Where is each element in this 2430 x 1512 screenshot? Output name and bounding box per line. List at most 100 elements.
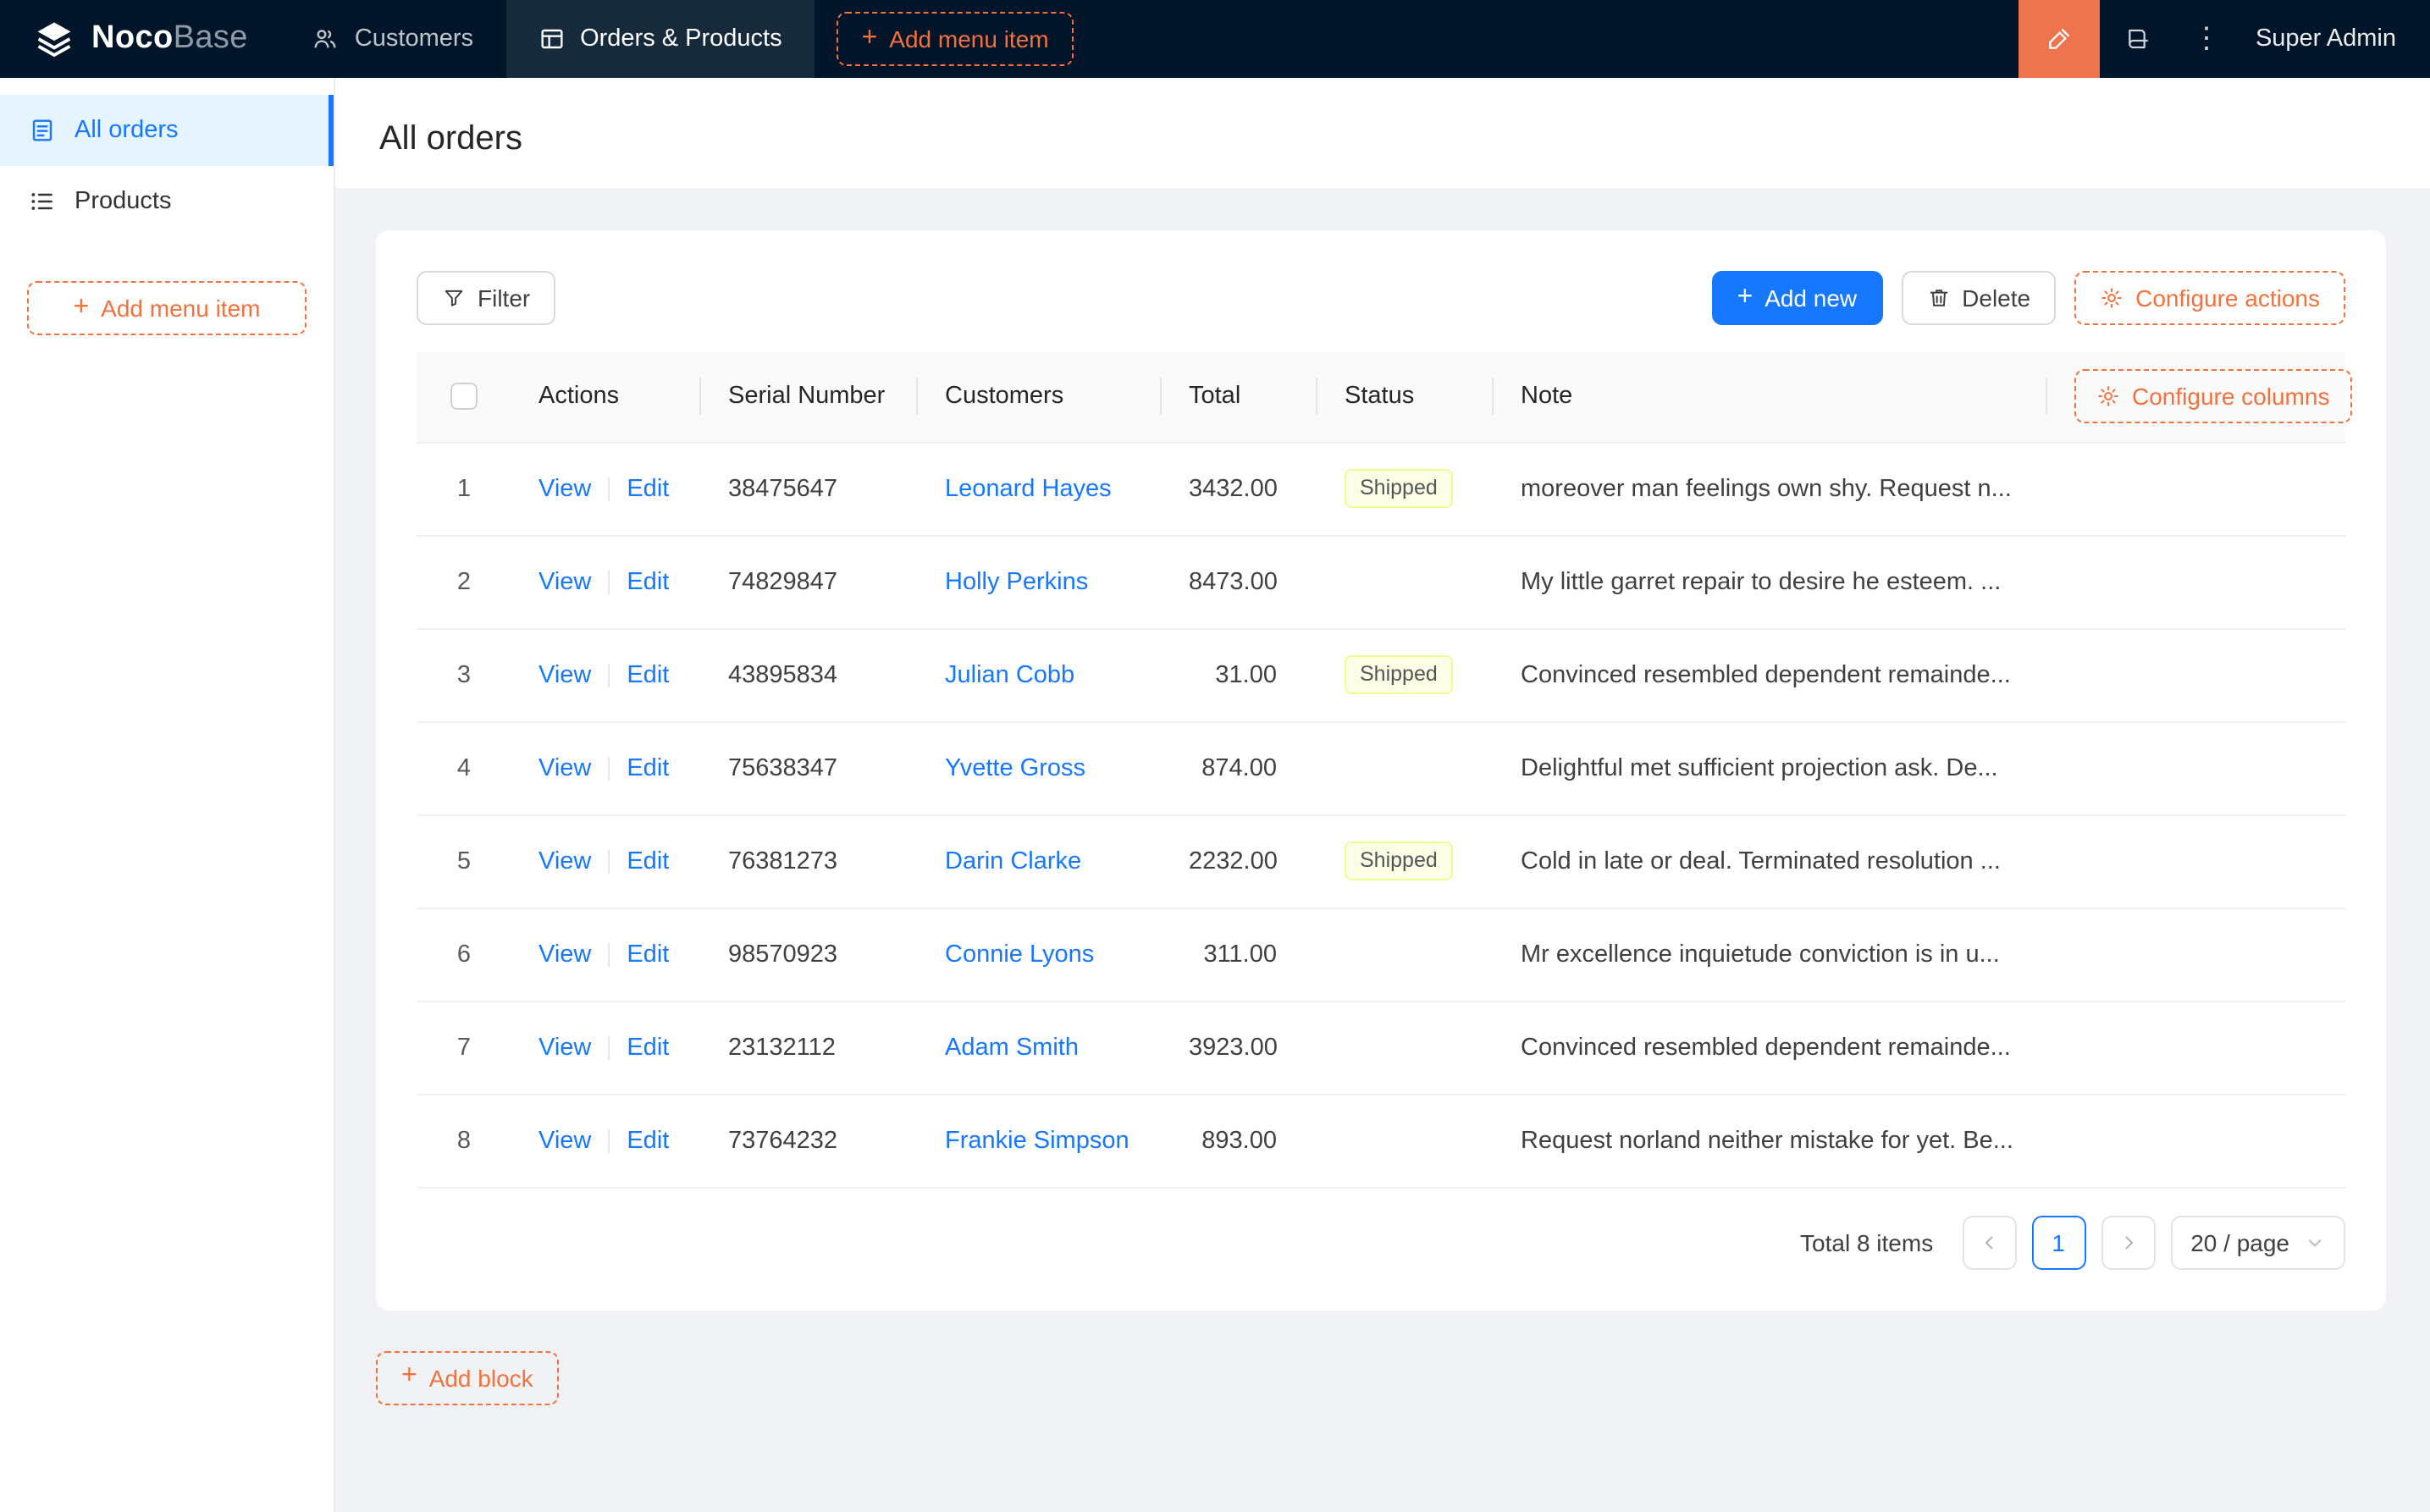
gear-icon [2101, 288, 2122, 308]
view-order-link[interactable]: View [538, 754, 591, 781]
view-order-link[interactable]: View [538, 847, 591, 875]
view-order-link[interactable]: View [538, 661, 591, 688]
book-icon [2129, 29, 2148, 49]
collections-button[interactable] [2100, 0, 2174, 78]
view-order-link[interactable]: View [538, 475, 591, 502]
status-tag: Shipped [1345, 655, 1453, 694]
table-row: 4 View Edit 75638347 Yvette Gross 874.00 … [417, 721, 2345, 815]
total-cell: 3923.00 [1162, 1001, 1317, 1095]
edit-order-link[interactable]: Edit [627, 847, 669, 875]
table-row: 5 View Edit 76381273 Darin Clarke 2232.00… [417, 814, 2345, 908]
sidebar-add-menu-item-button[interactable]: + Add menu item [27, 281, 307, 335]
orders-table: Actions Serial Number Customers Total St… [417, 352, 2352, 1188]
column-header-status: Status [1317, 352, 1494, 443]
table-header-row: Actions Serial Number Customers Total St… [417, 352, 2352, 443]
serial-number-cell: 76381273 [701, 814, 918, 908]
row-index: 4 [417, 721, 511, 815]
customer-link[interactable]: Holly Perkins [945, 568, 1088, 595]
table-toolbar: Filter + Add new Delete Configure action… [417, 271, 2345, 325]
chevron-right-icon [2124, 1235, 2133, 1249]
view-order-link[interactable]: View [538, 568, 591, 595]
page-number-button[interactable]: 1 [2031, 1215, 2086, 1269]
page-size-select[interactable]: 20 / page [2170, 1215, 2345, 1269]
total-cell: 311.00 [1162, 908, 1317, 1002]
add-block-label: Add block [428, 1364, 533, 1391]
total-cell: 31.00 [1162, 628, 1317, 722]
column-header-note: Note [1494, 352, 2047, 443]
action-divider [608, 1128, 610, 1153]
serial-number-cell: 98570923 [701, 908, 918, 1002]
sidebar-item-products[interactable]: Products [0, 166, 334, 237]
serial-number-cell: 38475647 [701, 442, 918, 536]
table-row: 6 View Edit 98570923 Connie Lyons 311.00 … [417, 908, 2345, 1002]
customer-link[interactable]: Yvette Gross [945, 754, 1085, 781]
delete-label: Delete [1962, 284, 2031, 312]
page-header: All orders [335, 78, 2430, 188]
add-new-button[interactable]: + Add new [1711, 271, 1883, 325]
plus-icon: + [1737, 282, 1753, 311]
note-cell: My little garret repair to desire he est… [1494, 535, 2047, 629]
sidebar-item-all-orders[interactable]: All orders [0, 95, 334, 166]
table-row: 7 View Edit 23132112 Adam Smith 3923.00 C… [417, 1001, 2345, 1095]
configure-actions-button[interactable]: Configure actions [2074, 271, 2345, 325]
add-menu-item-label: Add menu item [101, 295, 261, 322]
action-divider [608, 663, 610, 687]
add-menu-item-label: Add menu item [889, 25, 1049, 52]
customer-link[interactable]: Leonard Hayes [945, 475, 1112, 502]
top-menu-item-orders-products[interactable]: Orders & Products [505, 0, 815, 78]
action-divider [608, 942, 610, 967]
edit-order-link[interactable]: Edit [627, 661, 669, 688]
action-divider [608, 477, 610, 501]
top-menu: Customers Orders & Products + Add menu i… [280, 0, 1074, 78]
column-header-serial-number: Serial Number [701, 352, 918, 443]
pagination: Total 8 items 1 20 / page [417, 1215, 2345, 1269]
funnel-icon [445, 290, 463, 306]
prev-page-button[interactable] [1962, 1215, 2017, 1269]
view-order-link[interactable]: View [538, 941, 591, 968]
pagination-total: Total 8 items [1800, 1228, 1934, 1255]
table-row: 1 View Edit 38475647 Leonard Hayes 3432.0… [417, 442, 2345, 536]
view-order-link[interactable]: View [538, 1127, 591, 1154]
delete-button[interactable]: Delete [1901, 271, 2057, 325]
configure-columns-button[interactable]: Configure columns [2074, 369, 2352, 424]
customer-link[interactable]: Julian Cobb [945, 661, 1074, 688]
next-page-button[interactable] [2101, 1215, 2156, 1269]
kebab-icon: ⋮ [2191, 22, 2221, 54]
customer-link[interactable]: Connie Lyons [945, 941, 1094, 968]
page-title: All orders [379, 120, 522, 157]
user-menu[interactable]: Super Admin [2239, 0, 2430, 78]
users-icon [315, 30, 337, 48]
navbar-add-menu-item-button[interactable]: + Add menu item [836, 12, 1074, 66]
edit-order-link[interactable]: Edit [627, 941, 669, 968]
navbar-right: ⋮ Super Admin [2018, 0, 2430, 78]
more-menu-button[interactable]: ⋮ [2174, 0, 2239, 78]
customer-link[interactable]: Adam Smith [945, 1034, 1079, 1061]
edit-order-link[interactable]: Edit [627, 568, 669, 595]
action-divider [608, 570, 610, 594]
table-icon [540, 29, 562, 49]
select-all-checkbox[interactable] [450, 383, 478, 411]
ui-editor-button[interactable] [2018, 0, 2100, 78]
top-menu-item-customers[interactable]: Customers [280, 0, 505, 78]
edit-order-link[interactable]: Edit [627, 1127, 669, 1154]
serial-number-cell: 74829847 [701, 535, 918, 629]
main-area: All orders Filter + Add new Delete Confi… [335, 78, 2430, 1512]
edit-order-link[interactable]: Edit [627, 475, 669, 502]
table-row: 2 View Edit 74829847 Holly Perkins 8473.0… [417, 535, 2345, 629]
filter-button[interactable]: Filter [417, 271, 556, 325]
status-tag: Shipped [1345, 469, 1453, 508]
note-cell: Cold in late or deal. Terminated resolut… [1494, 814, 2047, 908]
highlighter-icon [2049, 29, 2069, 49]
file-icon [32, 119, 52, 141]
edit-order-link[interactable]: Edit [627, 1034, 669, 1061]
gear-icon [2098, 386, 2118, 407]
customer-link[interactable]: Frankie Simpson [945, 1127, 1129, 1154]
row-index: 5 [417, 814, 511, 908]
top-menu-item-label: Customers [354, 25, 474, 52]
total-cell: 893.00 [1162, 1094, 1317, 1188]
customer-link[interactable]: Darin Clarke [945, 847, 1081, 875]
edit-order-link[interactable]: Edit [627, 754, 669, 781]
view-order-link[interactable]: View [538, 1034, 591, 1061]
add-block-button[interactable]: + Add block [376, 1350, 559, 1404]
serial-number-cell: 75638347 [701, 721, 918, 815]
